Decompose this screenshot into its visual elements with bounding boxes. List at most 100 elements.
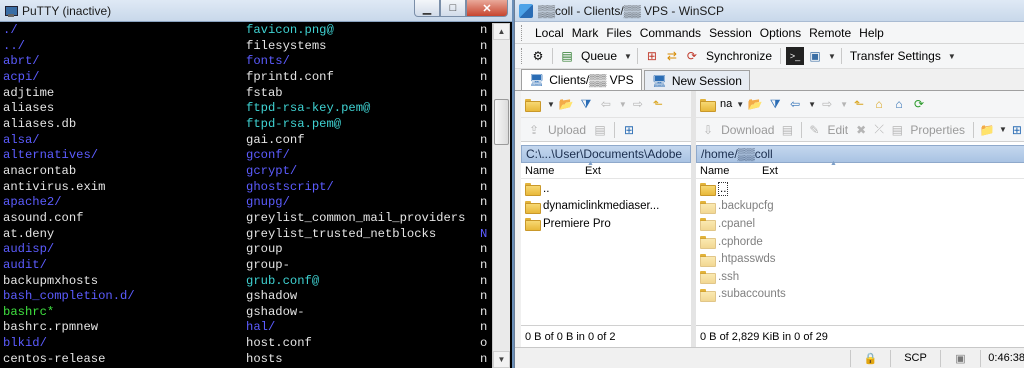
- tab-new-session[interactable]: 🖥 New Session: [643, 70, 750, 90]
- new-folder-icon[interactable]: 📁: [979, 121, 995, 139]
- sync-browsing-icon[interactable]: ⇄: [663, 47, 681, 65]
- chevron-down-icon[interactable]: ▼: [736, 100, 744, 109]
- menu-options[interactable]: Options: [756, 26, 805, 40]
- file-name: .cphorde: [718, 235, 763, 248]
- file-row[interactable]: Premiere Pro: [521, 215, 691, 233]
- chevron-down-icon[interactable]: ▼: [999, 125, 1007, 134]
- monitor-icon: 🖥: [529, 73, 545, 87]
- delete-icon[interactable]: ✖: [853, 121, 869, 139]
- edit-button[interactable]: Edit: [824, 123, 851, 137]
- preferences-gear-icon[interactable]: ⚙: [529, 47, 547, 65]
- menu-session[interactable]: Session: [705, 26, 756, 40]
- separator: [614, 121, 616, 138]
- download-button[interactable]: Download: [718, 123, 777, 137]
- column-header-name[interactable]: Name: [521, 165, 554, 177]
- menu-remote[interactable]: Remote: [805, 26, 855, 40]
- toolbar-grip[interactable]: [521, 48, 525, 64]
- menu-files[interactable]: Files: [602, 26, 635, 40]
- chevron-down-icon[interactable]: ▼: [619, 100, 627, 109]
- scroll-down-arrow-icon[interactable]: ▼: [493, 351, 510, 368]
- console-icon[interactable]: >_: [786, 47, 804, 65]
- scroll-up-arrow-icon[interactable]: ▲: [493, 23, 510, 40]
- home-icon[interactable]: ⌂: [890, 95, 908, 113]
- file-row[interactable]: dynamiclinkmediaser...: [521, 198, 691, 216]
- chevron-down-icon[interactable]: ▼: [828, 52, 836, 61]
- rename-icon[interactable]: ⤫: [871, 121, 887, 139]
- terminal-line: alsa/: [3, 132, 40, 147]
- back-arrow-icon[interactable]: ⇦: [786, 95, 804, 113]
- chevron-down-icon[interactable]: ▼: [547, 100, 555, 109]
- forward-arrow-icon[interactable]: ⇨: [629, 95, 647, 113]
- chevron-down-icon[interactable]: ▼: [808, 100, 816, 109]
- close-button[interactable]: ✕: [466, 0, 508, 17]
- file-row[interactable]: .cpanel: [696, 215, 1024, 233]
- toolbar-grip[interactable]: [521, 24, 525, 41]
- remote-status: 0 B of 2,829 KiB in 0 of 29: [696, 325, 1024, 347]
- filter-icon[interactable]: ⧩: [766, 95, 784, 113]
- terminal-line-truncated: n: [480, 195, 488, 210]
- maximize-button[interactable]: □: [440, 0, 466, 17]
- root-directory-icon[interactable]: ⌂: [870, 95, 888, 113]
- queue-button[interactable]: Queue: [578, 49, 620, 63]
- local-path-bar[interactable]: C:\...\User\Documents\Adobe: [521, 145, 691, 163]
- chevron-down-icon[interactable]: ▼: [948, 52, 956, 61]
- scrollbar-thumb[interactable]: [494, 99, 509, 145]
- open-folder-icon[interactable]: 📂: [557, 95, 575, 113]
- file-row[interactable]: ..: [696, 180, 1024, 198]
- protocol-indicator: SCP: [890, 349, 940, 367]
- file-name: .subaccounts: [718, 288, 786, 301]
- terminal-line-truncated: n: [480, 85, 488, 100]
- file-row[interactable]: .ssh: [696, 268, 1024, 286]
- terminal-output[interactable]: ./../abrt/acpi/adjtime aliases aliases.db a…: [2, 23, 490, 368]
- upload-options-icon[interactable]: ▤: [591, 121, 609, 139]
- download-options-icon[interactable]: ▤: [779, 121, 795, 139]
- chevron-down-icon[interactable]: ▼: [624, 52, 632, 61]
- transfer-settings-button[interactable]: Transfer Settings: [847, 49, 944, 63]
- terminal-line-truncated: n: [480, 23, 488, 37]
- winscp-app-icon: [519, 3, 533, 18]
- folder-icon[interactable]: [700, 98, 716, 112]
- forward-arrow-icon[interactable]: ⇨: [818, 95, 836, 113]
- parent-directory-icon[interactable]: ⬑: [649, 95, 667, 113]
- connection-icon[interactable]: ▣: [940, 349, 980, 367]
- refresh-icon[interactable]: ⟳: [910, 95, 928, 113]
- file-row[interactable]: .htpasswds: [696, 250, 1024, 268]
- parent-directory-icon[interactable]: ⬑: [850, 95, 868, 113]
- remote-pane-actions: ⇩ Download ▤ ✎ Edit ✖ ⤫ ▤ Properties 📁 ▼…: [696, 118, 1024, 142]
- terminal-line-truncated: n: [480, 257, 488, 272]
- terminal-line: hosts: [246, 351, 283, 366]
- open-folder-icon[interactable]: 📂: [746, 95, 764, 113]
- menu-commands[interactable]: Commands: [636, 26, 705, 40]
- column-header-name[interactable]: Name: [696, 165, 729, 177]
- remote-path-bar[interactable]: /home/▒▒coll: [696, 145, 1024, 163]
- menu-mark[interactable]: Mark: [568, 26, 603, 40]
- tab-session[interactable]: 🖥 Clients/▒▒ VPS: [521, 69, 642, 90]
- putty-icon[interactable]: ▣: [806, 47, 824, 65]
- back-arrow-icon[interactable]: ⇦: [597, 95, 615, 113]
- terminal-scrollbar[interactable]: ▲ ▼: [492, 23, 510, 368]
- folder-icon[interactable]: [525, 98, 541, 112]
- menu-help[interactable]: Help: [855, 26, 888, 40]
- properties-button[interactable]: Properties: [907, 123, 968, 137]
- file-row[interactable]: .cphorde: [696, 233, 1024, 251]
- minimize-button[interactable]: ▁: [414, 0, 440, 17]
- close-icon: ✕: [482, 2, 492, 15]
- file-row[interactable]: ..: [521, 180, 691, 198]
- filter-icon[interactable]: ⧩: [577, 95, 595, 113]
- properties-icon: ▤: [891, 122, 903, 137]
- synchronize-button[interactable]: Synchronize: [703, 49, 775, 63]
- file-row[interactable]: .subaccounts: [696, 286, 1024, 304]
- file-row[interactable]: .backupcfg: [696, 198, 1024, 216]
- new-file-icon[interactable]: ⊞: [620, 121, 638, 139]
- menu-local[interactable]: Local: [531, 26, 568, 40]
- new-file-icon[interactable]: ⊞: [1009, 121, 1024, 139]
- column-header-ext[interactable]: Ext: [762, 165, 778, 177]
- upload-button[interactable]: Upload: [545, 123, 589, 137]
- compare-directories-icon[interactable]: ⊞: [643, 47, 661, 65]
- lock-icon[interactable]: 🔒: [850, 349, 890, 367]
- terminal-line: ../: [3, 38, 25, 53]
- chevron-down-icon[interactable]: ▼: [840, 100, 848, 109]
- putty-titlebar[interactable]: PuTTY (inactive) ▁ □ ✕: [0, 0, 512, 22]
- sort-arrow-icon: ▲: [830, 160, 837, 167]
- winscp-titlebar[interactable]: ▒▒coll - Clients/▒▒ VPS - WinSCP: [515, 0, 1024, 22]
